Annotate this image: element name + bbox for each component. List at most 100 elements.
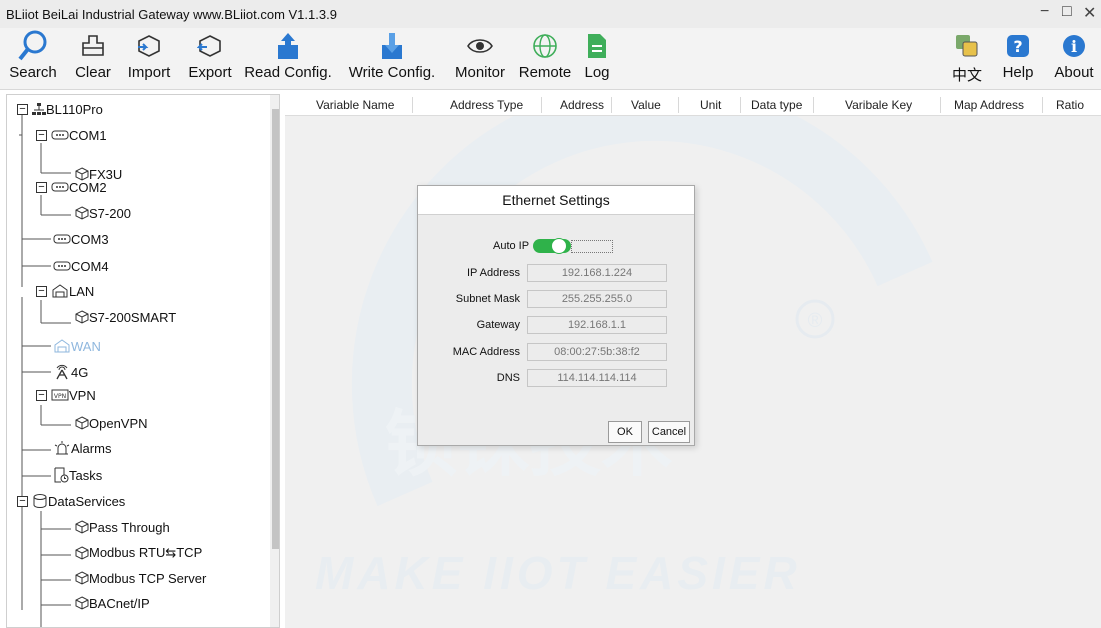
device-cube-icon	[75, 520, 89, 534]
about-label: About	[1054, 64, 1094, 81]
ip-row: IP Address 192.168.1.224	[418, 264, 698, 282]
column-address[interactable]: Address	[560, 98, 604, 112]
write-config-button[interactable]: Write Config.	[341, 28, 443, 90]
gateway-row: Gateway 192.168.1.1	[418, 316, 698, 334]
tree-item-modbus-rtu-tcp[interactable]: Modbus RTU⇆TCP	[75, 543, 202, 563]
collapse-icon[interactable]: −	[36, 389, 47, 401]
tree-item-s7-200[interactable]: S7-200	[75, 203, 131, 223]
tree-item-com1[interactable]: − COM1	[36, 125, 107, 145]
minimize-button[interactable]: −	[1040, 3, 1049, 21]
database-icon	[33, 494, 47, 509]
tree-item-pass-through[interactable]: Pass Through	[75, 517, 170, 537]
tree-root-label: BL110Pro	[46, 101, 103, 117]
ip-address-field[interactable]: 192.168.1.224	[527, 264, 667, 282]
tree-scrollbar-thumb[interactable]	[272, 109, 279, 549]
tree-item-label: VPN	[69, 387, 96, 403]
tree-item-s7-200smart[interactable]: S7-200SMART	[75, 307, 176, 327]
collapse-icon[interactable]: −	[36, 181, 47, 193]
collapse-icon[interactable]: −	[36, 129, 47, 141]
title-bar: BLiiot BeiLai Industrial Gateway www.BLi…	[0, 0, 1101, 28]
search-button[interactable]: Search	[8, 28, 58, 90]
tree-item-label: DataServices	[48, 493, 126, 509]
tree-item-com4[interactable]: COM4	[53, 256, 109, 276]
globe-icon	[531, 28, 559, 64]
column-address-type[interactable]: Address Type	[450, 98, 523, 112]
gateway-field[interactable]: 192.168.1.1	[527, 316, 667, 334]
mask-row: Subnet Mask 255.255.255.0	[418, 290, 698, 308]
column-variable-key[interactable]: Varibale Key	[845, 98, 912, 112]
column-unit[interactable]: Unit	[700, 98, 721, 112]
cancel-button[interactable]: Cancel	[648, 421, 690, 443]
tree-item-vpn[interactable]: − VPN VPN	[36, 385, 96, 405]
tree-item-label: BACnet/IP	[89, 595, 150, 611]
tree-item-label: Alarms	[71, 440, 112, 456]
help-icon: ?	[1005, 28, 1031, 64]
tree-item-openvpn[interactable]: OpenVPN	[75, 413, 148, 433]
tree-item-dataservices[interactable]: − DataServices	[17, 491, 125, 511]
collapse-icon[interactable]: −	[36, 285, 47, 297]
log-button[interactable]: Log	[580, 28, 614, 90]
column-map-address[interactable]: Map Address	[954, 98, 1024, 112]
watermark-slogan: MAKE IIOT EASIER	[315, 547, 801, 599]
svg-text:VPN: VPN	[54, 393, 66, 400]
maximize-button[interactable]: □	[1062, 3, 1072, 21]
auto-ip-toggle[interactable]	[533, 238, 571, 254]
read-config-icon	[275, 28, 301, 64]
collapse-icon[interactable]: −	[17, 495, 28, 507]
collapse-icon[interactable]: −	[17, 103, 28, 115]
column-data-type[interactable]: Data type	[751, 98, 802, 112]
tree-scrollbar[interactable]	[270, 95, 279, 627]
toolbar: Search Clear Import Export Read Config. …	[0, 28, 1101, 90]
export-icon	[197, 28, 223, 64]
tree-item-label: Modbus TCP Server	[89, 570, 207, 586]
read-config-label: Read Config.	[244, 64, 332, 81]
tree-item-com3[interactable]: COM3	[53, 229, 109, 249]
tree-item-label: 4G	[71, 364, 89, 380]
tree-item-lan[interactable]: − LAN	[36, 281, 94, 301]
dns-field[interactable]: 114.114.114.114	[527, 369, 667, 387]
tree-item-4g[interactable]: 4G	[53, 362, 88, 382]
network-icon	[32, 103, 46, 115]
tree-root[interactable]: − BL110Pro	[17, 99, 103, 119]
focus-rectangle	[571, 239, 613, 253]
close-button[interactable]: ✕	[1083, 3, 1096, 23]
mac-address-field[interactable]: 08:00:27:5b:38:f2	[527, 343, 667, 361]
column-ratio[interactable]: Ratio	[1056, 98, 1084, 112]
read-config-button[interactable]: Read Config.	[240, 28, 336, 90]
export-button[interactable]: Export	[184, 28, 236, 90]
tree-item-tasks[interactable]: Tasks	[53, 465, 102, 485]
column-value[interactable]: Value	[631, 98, 661, 112]
subnet-mask-field[interactable]: 255.255.255.0	[527, 290, 667, 308]
import-icon	[136, 28, 162, 64]
remote-button[interactable]: Remote	[515, 28, 575, 90]
import-label: Import	[127, 64, 171, 81]
tree-item-label: COM4	[71, 258, 109, 274]
import-button[interactable]: Import	[123, 28, 175, 90]
column-variable-name[interactable]: Variable Name	[316, 98, 394, 112]
registered-mark: ®	[808, 310, 823, 332]
lan-port-icon	[52, 284, 68, 298]
tree-item-bacnet[interactable]: BACnet/IP	[75, 593, 150, 613]
tree-item-alarms[interactable]: Alarms	[53, 438, 111, 458]
tree-item-label: COM3	[71, 231, 109, 247]
mac-row: MAC Address 08:00:27:5b:38:f2	[418, 343, 698, 361]
tree-item-wan[interactable]: WAN	[53, 336, 101, 356]
ok-button[interactable]: OK	[608, 421, 642, 443]
log-icon	[586, 28, 608, 64]
about-button[interactable]: i About	[1050, 28, 1098, 90]
search-label: Search	[9, 64, 57, 81]
tree-item-label: S7-200SMART	[89, 309, 177, 325]
language-button[interactable]: 中文	[950, 28, 984, 90]
tree-item-modbus-tcp-server[interactable]: Modbus TCP Server	[75, 568, 206, 588]
language-label: 中文	[951, 67, 982, 84]
toggle-knob	[551, 238, 567, 254]
tree-item-label: S7-200	[89, 205, 131, 221]
window-title: BLiiot BeiLai Industrial Gateway www.BLi…	[6, 6, 337, 22]
mask-label: Subnet Mask	[455, 293, 520, 305]
tree-item-label: WAN	[71, 338, 101, 354]
remote-label: Remote	[518, 64, 572, 81]
tree-item-com2[interactable]: − COM2	[36, 177, 107, 197]
monitor-button[interactable]: Monitor	[448, 28, 512, 90]
help-button[interactable]: ? Help	[998, 28, 1038, 90]
clear-button[interactable]: Clear	[73, 28, 113, 90]
